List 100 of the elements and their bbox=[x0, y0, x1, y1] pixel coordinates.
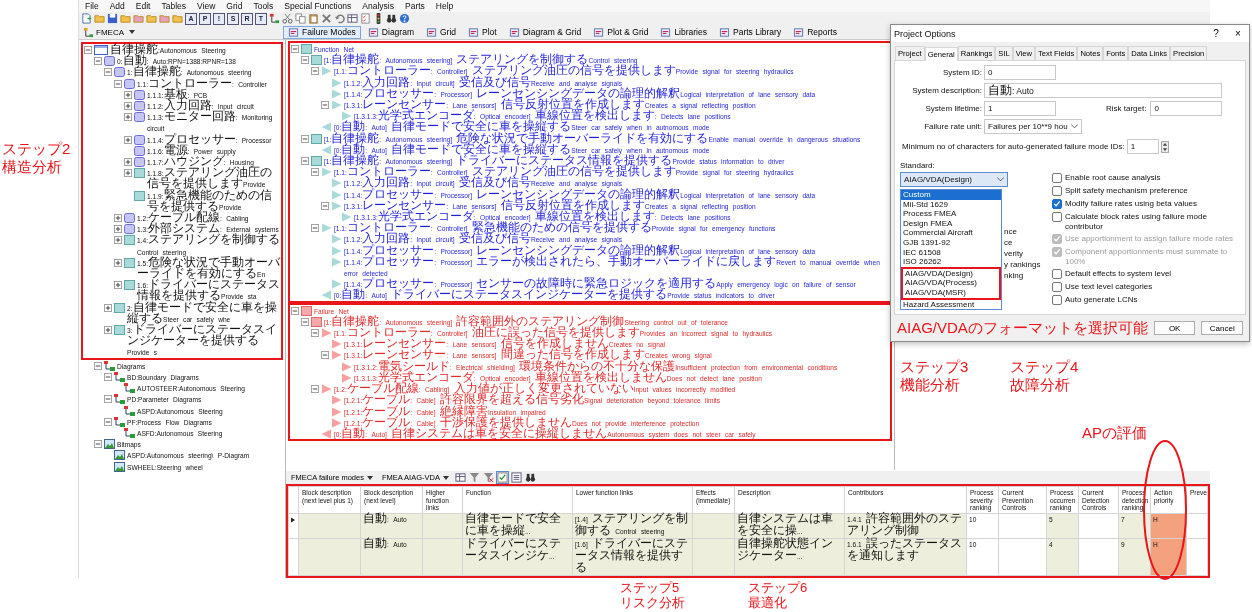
collapse-icon[interactable] bbox=[104, 68, 112, 77]
mode-tab[interactable]: Parts Library bbox=[714, 25, 787, 39]
collapse-icon[interactable] bbox=[104, 395, 112, 404]
list-icon[interactable] bbox=[510, 472, 522, 484]
dropdown[interactable]: AIAG/VDA(Design) bbox=[900, 172, 1008, 187]
menu-item[interactable]: File bbox=[85, 1, 99, 11]
checkbox[interactable] bbox=[1052, 199, 1062, 209]
hierarchy-icon[interactable] bbox=[269, 13, 280, 24]
dropdown-option[interactable]: ISO 26262 bbox=[901, 257, 1001, 267]
collapse-icon[interactable] bbox=[321, 201, 329, 210]
expand-icon[interactable] bbox=[104, 303, 112, 312]
mode-tab[interactable]: Plot bbox=[463, 25, 502, 39]
collapse-icon[interactable] bbox=[94, 361, 102, 370]
checkbox[interactable] bbox=[1052, 295, 1062, 305]
checkbox[interactable] bbox=[1052, 173, 1062, 183]
expand-icon[interactable] bbox=[124, 90, 132, 99]
checkbox[interactable] bbox=[1052, 269, 1062, 279]
expand-icon[interactable] bbox=[114, 258, 122, 267]
input-field[interactable]: 0 bbox=[1150, 101, 1223, 116]
checkbox[interactable] bbox=[1052, 212, 1062, 222]
binoculars-icon[interactable] bbox=[386, 13, 397, 24]
help-button[interactable]: ? bbox=[1205, 27, 1227, 40]
expand-icon[interactable] bbox=[124, 169, 132, 178]
menu-item[interactable]: Tables bbox=[161, 1, 187, 11]
collapse-icon[interactable] bbox=[311, 385, 319, 394]
new-file-icon[interactable] bbox=[81, 13, 92, 24]
dropdown-option[interactable]: Hazard Assessment bbox=[901, 299, 1001, 310]
input-field[interactable]: 1 bbox=[984, 101, 1056, 116]
dropdown-option[interactable]: Mil-Std 1629 bbox=[901, 199, 1001, 210]
menu-item[interactable]: Tools bbox=[253, 1, 274, 11]
menu-item[interactable]: Add bbox=[109, 1, 125, 11]
cut-icon[interactable] bbox=[282, 13, 293, 24]
expand-icon[interactable] bbox=[114, 214, 122, 223]
table-icon[interactable] bbox=[347, 13, 358, 24]
dropdown-option[interactable]: AIAG/VDA(Design) bbox=[903, 268, 999, 279]
input-field[interactable]: 1 bbox=[1126, 139, 1159, 154]
mode-tab[interactable]: Plot & Grid bbox=[588, 25, 654, 39]
menu-item[interactable]: Help bbox=[435, 1, 454, 11]
collapse-icon[interactable] bbox=[301, 56, 309, 65]
paste-icon[interactable] bbox=[308, 13, 319, 24]
collapse-icon[interactable] bbox=[94, 440, 102, 449]
mode-tab[interactable]: Diagram bbox=[362, 25, 419, 39]
dropdown-option[interactable]: AIAG/VDA(Process) bbox=[903, 278, 999, 288]
collapse-icon[interactable] bbox=[84, 46, 92, 54]
input-field[interactable]: 自動: Auto bbox=[984, 83, 1222, 98]
mode-tab[interactable]: Diagram & Grid bbox=[503, 25, 587, 39]
collapse-icon[interactable] bbox=[291, 45, 299, 53]
dropdown[interactable]: Failures per 10**9 hou bbox=[984, 119, 1082, 134]
expand-icon[interactable] bbox=[114, 225, 122, 234]
checklist-icon[interactable] bbox=[496, 472, 508, 484]
menu-item[interactable]: Parts bbox=[405, 1, 425, 11]
collapse-icon[interactable] bbox=[311, 329, 319, 338]
copy-icon[interactable] bbox=[295, 13, 306, 24]
expand-icon[interactable] bbox=[124, 102, 132, 110]
collapse-icon[interactable] bbox=[321, 101, 329, 109]
collapse-icon[interactable] bbox=[104, 372, 112, 381]
spinner-icon[interactable] bbox=[1160, 140, 1169, 153]
row-header-cell[interactable] bbox=[288, 513, 299, 539]
collapse-icon[interactable] bbox=[321, 351, 329, 360]
mode-tab[interactable]: Libraries bbox=[655, 25, 712, 39]
input-field[interactable]: 0 bbox=[984, 65, 1056, 80]
save-icon[interactable] bbox=[107, 13, 118, 24]
mode-tab[interactable]: Failure Modes bbox=[283, 25, 361, 39]
delete-icon[interactable] bbox=[321, 13, 332, 24]
collapse-icon[interactable] bbox=[94, 57, 102, 66]
checkbox[interactable] bbox=[1052, 282, 1062, 292]
expand-icon[interactable] bbox=[114, 281, 122, 290]
undo-icon[interactable] bbox=[334, 13, 345, 24]
collapse-icon[interactable] bbox=[114, 79, 122, 88]
binoculars-icon[interactable] bbox=[524, 472, 536, 484]
collapse-icon[interactable] bbox=[311, 168, 319, 177]
dropdown-option[interactable]: Process FMEA bbox=[901, 209, 1001, 219]
expand-icon[interactable] bbox=[114, 236, 122, 245]
collapse-icon[interactable] bbox=[291, 306, 299, 315]
mode-tab[interactable]: Grid bbox=[421, 25, 462, 39]
dropdown-option[interactable]: AIAG/VDA(MSR) bbox=[903, 287, 999, 298]
menu-item[interactable]: Special Functions bbox=[284, 1, 352, 11]
expand-icon[interactable] bbox=[124, 113, 132, 122]
help-icon[interactable] bbox=[399, 13, 410, 24]
collapse-icon[interactable] bbox=[301, 317, 309, 326]
expand-icon[interactable] bbox=[124, 158, 132, 167]
table-icon[interactable] bbox=[454, 472, 466, 484]
menu-item[interactable]: View bbox=[197, 1, 216, 11]
ok-button[interactable]: OK bbox=[1153, 321, 1196, 336]
menu-item[interactable]: Grid bbox=[226, 1, 243, 11]
collapse-icon[interactable] bbox=[311, 224, 319, 233]
close-button[interactable]: × bbox=[1227, 27, 1249, 40]
menu-item[interactable]: Analysis bbox=[362, 1, 394, 11]
mode-tab[interactable]: Reports bbox=[788, 25, 842, 39]
dropdown-option[interactable]: GJB 1391-92 bbox=[901, 237, 1001, 248]
menu-item[interactable]: Edit bbox=[135, 1, 151, 11]
expand-icon[interactable] bbox=[104, 326, 112, 335]
checklist-icon[interactable] bbox=[360, 13, 371, 24]
collapse-icon[interactable] bbox=[301, 134, 309, 143]
dropdown-option[interactable]: Design FMEA bbox=[901, 218, 1001, 229]
collapse-icon[interactable] bbox=[301, 157, 309, 166]
cancel-button[interactable]: Cancel bbox=[1201, 321, 1243, 336]
collapse-icon[interactable] bbox=[311, 67, 319, 76]
collapse-icon[interactable] bbox=[104, 417, 112, 426]
dropdown-option[interactable]: IEC 61508 bbox=[901, 247, 1001, 258]
